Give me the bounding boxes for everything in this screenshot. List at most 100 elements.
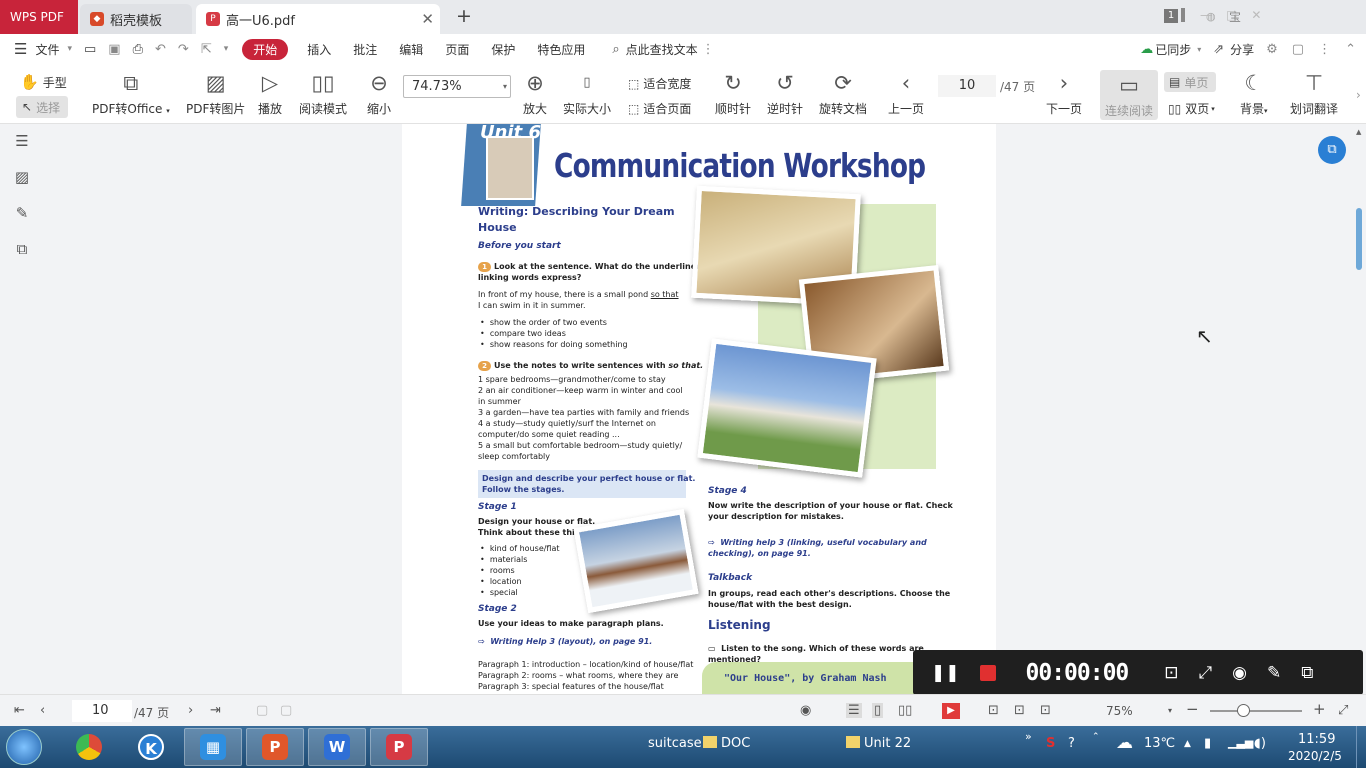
thumbnail-icon[interactable]: ▨ (12, 168, 32, 186)
fit-page-button[interactable]: ⬚ 适合页面 (628, 100, 691, 117)
toolbar-folder-unit22[interactable]: Unit 22 (846, 736, 911, 751)
play-button[interactable]: ▷ 播放 (258, 70, 282, 117)
status-page-input[interactable]: 10 (72, 700, 132, 722)
tab-edit[interactable]: 编辑 (388, 41, 434, 58)
toolbar-expand-icon[interactable]: » (1025, 730, 1032, 743)
file-menu[interactable]: 文件 (33, 41, 61, 58)
taskbar-app-chrome[interactable] (60, 728, 118, 766)
page-number-input[interactable]: 10 (938, 75, 996, 97)
help-icon[interactable]: ? (1068, 736, 1075, 751)
hand-tool-button[interactable]: ✋ 手型 (20, 73, 67, 91)
chevron-down-icon[interactable]: ▾ (503, 76, 507, 97)
stop-icon[interactable] (979, 664, 996, 681)
next-page-button[interactable]: › 下一页 (1046, 70, 1082, 117)
network-icon[interactable]: ▁▃▅ (1228, 736, 1253, 749)
rotate-doc-button[interactable]: ⟳ 旋转文档 (819, 70, 867, 117)
continuous-read-button[interactable]: ▭ 连续阅读 (1100, 70, 1158, 120)
sync-status[interactable]: 已同步 (1155, 41, 1191, 58)
print-icon[interactable]: ⎙ (127, 42, 149, 57)
pdf-to-office-button[interactable]: ⧉ PDF转Office ▾ (92, 70, 170, 117)
taskbar-app-k[interactable]: K (122, 728, 180, 766)
double-page-button[interactable]: ▯▯ 双页 ▾ (1168, 100, 1215, 117)
fit-page-icon[interactable]: ⊡ (988, 703, 999, 718)
last-page-icon[interactable]: ⇥ (210, 703, 221, 718)
fullscreen-icon[interactable]: ⤢ (1338, 703, 1348, 718)
tab-insert[interactable]: 插入 (296, 41, 342, 58)
annotation-icon[interactable]: ✎ (12, 204, 32, 222)
app-name[interactable]: WPS PDF (0, 0, 78, 34)
tab-annotate[interactable]: 批注 (342, 41, 388, 58)
outline-icon[interactable]: ☰ (12, 132, 32, 150)
save-icon[interactable]: ▣ (102, 42, 126, 57)
region-icon[interactable]: ⊡ (1164, 663, 1178, 683)
prev-page-button[interactable]: ‹ 上一页 (888, 70, 924, 117)
taskbar-app-wps-pdf[interactable]: P (370, 728, 428, 766)
translate-button[interactable]: ⊤ 划词翻译 (1290, 70, 1338, 117)
taskbar-app-settings[interactable]: ▦ (184, 728, 242, 766)
settings-icon[interactable]: ⚙ (1254, 42, 1284, 57)
scroll-up-icon[interactable]: ▲ (1356, 128, 1361, 136)
toolbar-folder-doc[interactable]: DOC (703, 736, 750, 751)
chevron-down-icon[interactable]: ▾ (1191, 45, 1207, 54)
fit-width-icon[interactable]: ⊡ (1014, 703, 1025, 718)
tray-arrow-icon[interactable]: ⌃ (1092, 732, 1100, 742)
fit-width-button[interactable]: ⬚ 适合宽度 (628, 75, 691, 92)
zoom-select[interactable]: 74.73% ▾ (403, 75, 511, 98)
clock-date[interactable]: 2020/2/5 (1288, 749, 1342, 763)
tab-features[interactable]: 特色应用 (526, 41, 596, 58)
menu-icon[interactable]: ☰ (0, 40, 33, 58)
status-zoom-value[interactable]: 75% (1106, 704, 1133, 718)
play-icon[interactable]: ▶ (942, 703, 960, 719)
read-mode-button[interactable]: ▯▯ 阅读模式 (299, 70, 347, 117)
fullscreen-icon[interactable]: ⤢ (1199, 663, 1213, 683)
floating-tool-icon[interactable]: ⧉ (1318, 136, 1346, 164)
eye-icon[interactable]: ◉ (800, 703, 811, 718)
more-icon[interactable]: ⋮ (1310, 42, 1337, 57)
rotate-ccw-button[interactable]: ↺ 逆时针 (767, 70, 803, 117)
actual-size-button[interactable]: ▯ 实际大小 (563, 70, 611, 117)
chevron-down-icon[interactable]: ▾ (61, 44, 78, 54)
quick-access-dropdown-icon[interactable]: ▾ (218, 44, 235, 54)
rotate-cw-button[interactable]: ↻ 顺时针 (715, 70, 751, 117)
comment-icon[interactable]: ▢ (1284, 42, 1310, 57)
double-view-icon[interactable]: ▯▯ (898, 703, 912, 718)
clock-time[interactable]: 11:59 (1298, 732, 1335, 747)
tab-page[interactable]: 页面 (434, 41, 480, 58)
collapse-ribbon-icon[interactable]: ⌃ (1337, 42, 1366, 57)
redo-icon[interactable]: ↷ (172, 42, 195, 57)
toolbar-suitcase[interactable]: suitcase (648, 736, 702, 751)
single-page-button[interactable]: ▤ 单页 (1164, 72, 1216, 92)
search-text[interactable]: 点此查找文本 (626, 41, 698, 58)
background-button[interactable]: ☾ 背景▾ (1240, 70, 1268, 117)
next-page-icon[interactable]: › (188, 703, 193, 718)
chevron-down-icon[interactable]: ▾ (1168, 706, 1172, 715)
first-page-icon[interactable]: ⇤ (14, 703, 25, 718)
zoom-slider[interactable] (1210, 710, 1302, 712)
zoom-in-icon[interactable]: + (1313, 700, 1326, 718)
zoom-slider-thumb[interactable] (1237, 704, 1250, 717)
close-icon[interactable]: ✕ (421, 10, 434, 28)
ribbon-scroll-right-icon[interactable]: › (1356, 88, 1361, 102)
temperature[interactable]: 13℃ (1144, 736, 1175, 751)
zoom-in-button[interactable]: ⊕ 放大 (523, 70, 547, 117)
window-switch-icon[interactable] (1181, 8, 1185, 22)
bookmark-icon[interactable]: ⧉ (12, 240, 32, 258)
battery-icon[interactable]: ▮ (1204, 736, 1211, 751)
share-button[interactable]: 分享 (1230, 41, 1254, 58)
single-view-icon[interactable]: ▯ (872, 703, 884, 718)
scrollbar-thumb[interactable] (1356, 208, 1362, 270)
weather-cloud-icon[interactable]: ☁ (1116, 733, 1133, 753)
pause-icon[interactable]: ❚❚ (931, 663, 960, 683)
start-button[interactable] (6, 729, 42, 765)
show-desktop-button[interactable] (1356, 726, 1366, 768)
volume-icon[interactable]: ◖) (1254, 736, 1266, 751)
window-icon[interactable]: ⧉ (1301, 663, 1313, 683)
search-icon[interactable]: ⌕ (596, 42, 625, 57)
tab-protect[interactable]: 保护 (480, 41, 526, 58)
taskbar-app-wps-writer[interactable]: W (308, 728, 366, 766)
tab-start[interactable]: 开始 (242, 38, 289, 60)
zoom-out-icon[interactable]: − (1186, 700, 1199, 718)
pdf-to-image-button[interactable]: ▨ PDF转图片 (186, 70, 245, 117)
export-icon[interactable]: ⇱ (195, 42, 218, 57)
tab-docer[interactable]: ◆ 稻壳模板 (80, 4, 192, 34)
